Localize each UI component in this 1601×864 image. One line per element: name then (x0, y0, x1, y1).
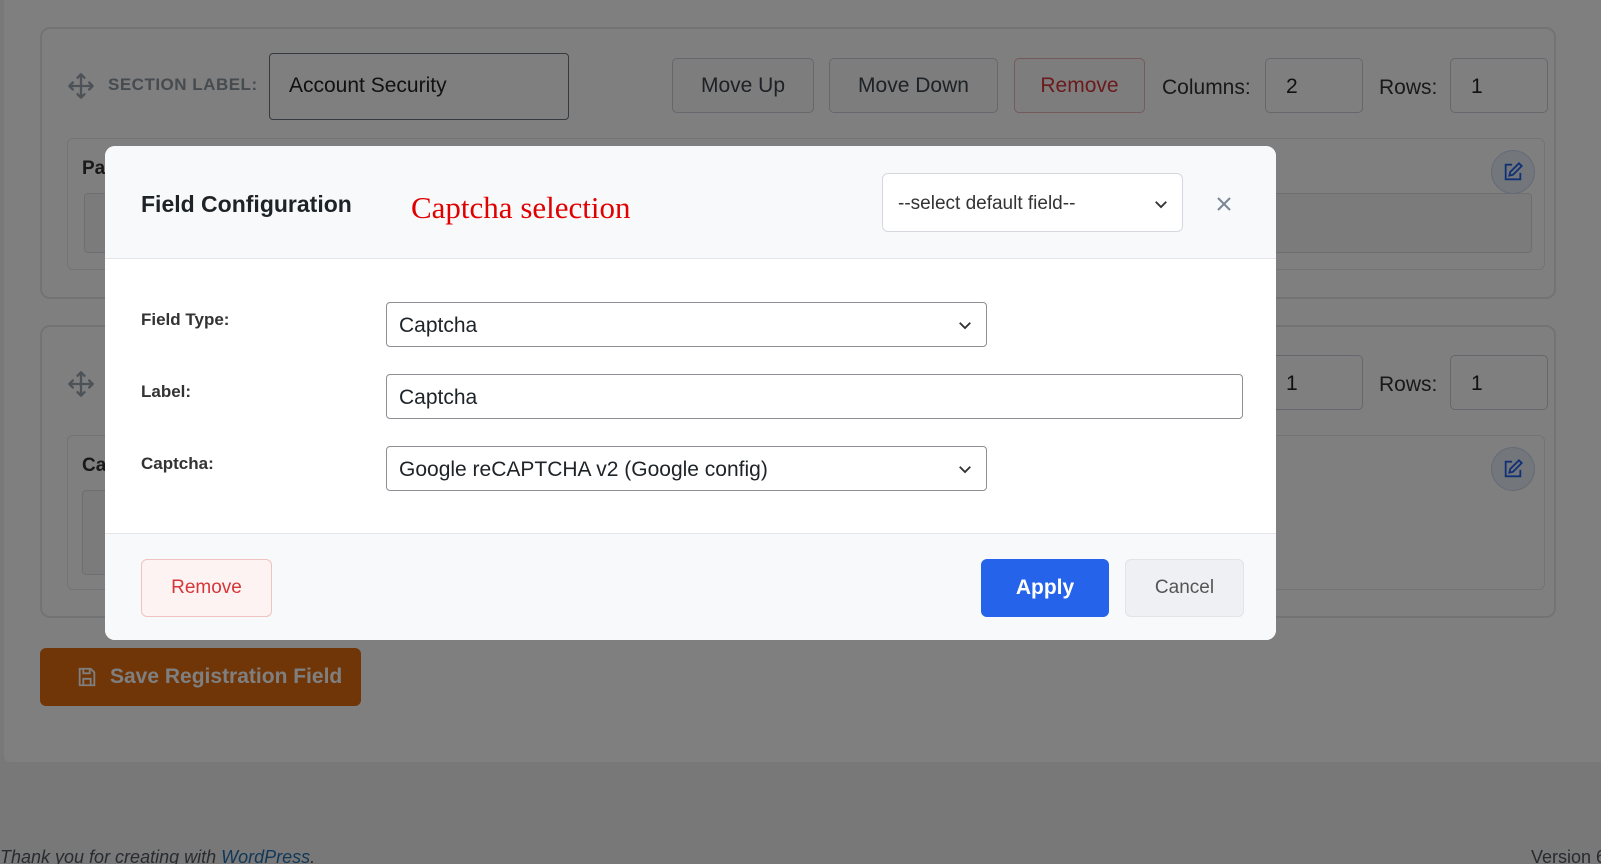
field-type-select[interactable]: Captcha (386, 302, 987, 347)
apply-button[interactable]: Apply (981, 559, 1109, 617)
remove-field-button[interactable]: Remove (141, 559, 272, 617)
field-type-label: Field Type: (141, 310, 230, 329)
default-field-select[interactable]: --select default field-- (882, 173, 1183, 232)
modal-footer: Remove Apply Cancel (105, 533, 1276, 640)
annotation-text: Captcha selection (411, 190, 631, 225)
default-field-select-value: --select default field-- (898, 193, 1076, 214)
field-type-value: Captcha (399, 314, 478, 337)
cancel-button[interactable]: Cancel (1125, 559, 1244, 617)
captcha-value: Google reCAPTCHA v2 (Google config) (399, 458, 768, 481)
captcha-label: Captcha: (141, 454, 214, 473)
modal-header: Field Configuration Captcha selection --… (105, 146, 1276, 259)
label-field-label: Label: (141, 382, 192, 401)
chevron-down-icon (959, 466, 971, 474)
captcha-select[interactable]: Google reCAPTCHA v2 (Google config) (386, 446, 987, 491)
chevron-down-icon (959, 322, 971, 330)
label-input[interactable]: Captcha (386, 374, 1243, 419)
field-configuration-modal: Field Configuration Captcha selection --… (105, 146, 1276, 640)
modal-title: Field Configuration (141, 191, 352, 217)
chevron-down-icon (1155, 201, 1167, 209)
close-icon[interactable] (1212, 192, 1236, 216)
